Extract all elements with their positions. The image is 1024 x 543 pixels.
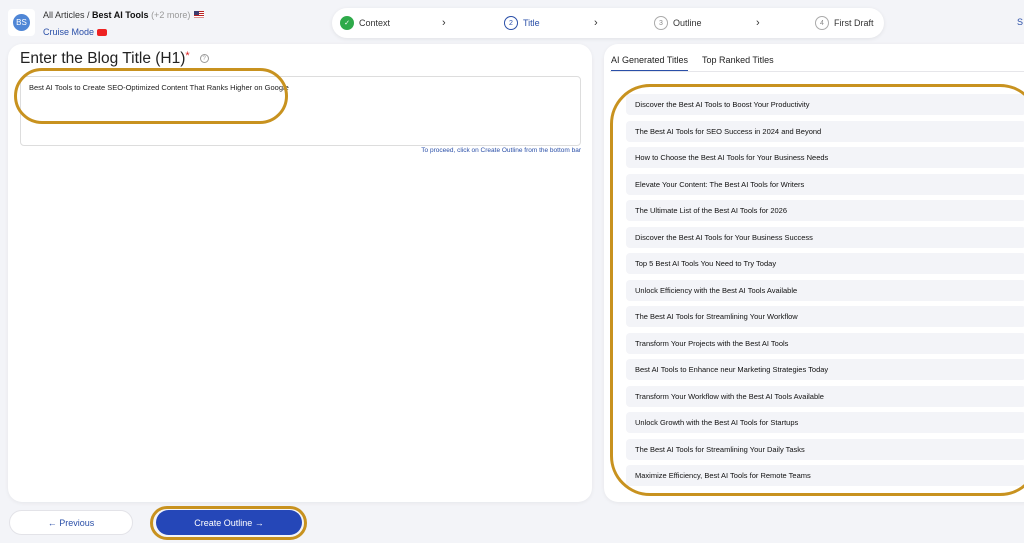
logo[interactable]: BS [8, 9, 35, 36]
step-first-draft[interactable]: 4 First Draft [815, 16, 874, 30]
us-flag-icon [194, 11, 205, 18]
title-suggestion-item[interactable]: Best AI Tools to Enhance neur Marketing … [626, 359, 1024, 380]
chevron-right-icon: › [594, 17, 598, 29]
cruise-mode-link[interactable]: Cruise Mode [43, 27, 108, 37]
title-suggestion-list: Discover the Best AI Tools to Boost Your… [626, 94, 1024, 492]
title-suggestion-item[interactable]: Discover the Best AI Tools to Boost Your… [626, 94, 1024, 115]
help-icon[interactable]: ? [199, 54, 209, 64]
breadcrumb: All Articles / Best AI Tools (+2 more) [43, 10, 205, 20]
title-suggestion-item[interactable]: Transform Your Projects with the Best AI… [626, 332, 1024, 354]
breadcrumb-more[interactable]: (+2 more) [151, 10, 190, 20]
title-suggestion-item[interactable]: Unlock Efficiency with the Best AI Tools… [626, 279, 1024, 301]
breadcrumb-root[interactable]: All Articles / [43, 10, 90, 20]
youtube-icon [97, 29, 108, 37]
page-title: Enter the Blog Title (H1)*? [20, 50, 209, 68]
stepper: ✓ Context › 2 Title › 3 Outline › 4 First Dr… [332, 8, 884, 38]
blog-title-input[interactable]: Best AI Tools to Create SEO-Optimized Co… [20, 76, 581, 146]
header-right-cut-text[interactable]: S [1017, 17, 1023, 27]
required-marker: * [185, 50, 190, 62]
step-outline[interactable]: 3 Outline [654, 16, 702, 30]
previous-button[interactable]: ← Previous [9, 510, 133, 535]
title-suggestion-item[interactable]: Unlock Growth with the Best AI Tools for… [626, 412, 1024, 433]
suggestion-tabs: AI Generated Titles Top Ranked Titles [611, 55, 774, 72]
chevron-right-icon: › [756, 17, 760, 29]
tab-top-ranked-titles[interactable]: Top Ranked Titles [702, 55, 774, 72]
tab-ai-generated-titles[interactable]: AI Generated Titles [611, 55, 689, 72]
step-title[interactable]: 2 Title [504, 16, 540, 30]
title-suggestion-item[interactable]: Top 5 Best AI Tools You Need to Try Toda… [626, 253, 1024, 274]
title-suggestion-item[interactable]: The Ultimate List of the Best AI Tools f… [626, 200, 1024, 221]
check-icon: ✓ [340, 16, 354, 30]
title-suggestion-item[interactable]: Transform Your Workflow with the Best AI… [626, 385, 1024, 407]
step-context[interactable]: ✓ Context [340, 16, 390, 30]
title-suggestion-item[interactable]: How to Choose the Best AI Tools for Your… [626, 147, 1024, 168]
title-suggestion-item[interactable]: The Best AI Tools for Streamlining Your … [626, 306, 1024, 327]
tab-divider [610, 71, 1024, 72]
proceed-hint: To proceed, click on Create Outline from… [421, 147, 581, 154]
title-suggestion-item[interactable]: The Best AI Tools for Streamlining Your … [626, 438, 1024, 460]
breadcrumb-current: Best AI Tools [92, 10, 149, 20]
title-suggestion-item[interactable]: The Best AI Tools for SEO Success in 202… [626, 120, 1024, 142]
title-suggestion-item[interactable]: Elevate Your Content: The Best AI Tools … [626, 173, 1024, 195]
title-suggestion-item[interactable]: Discover the Best AI Tools for Your Busi… [626, 226, 1024, 248]
create-outline-button[interactable]: Create Outline → [156, 510, 302, 535]
chevron-right-icon: › [442, 17, 446, 29]
title-suggestion-item[interactable]: Maximize Efficiency, Best AI Tools for R… [626, 465, 1024, 486]
